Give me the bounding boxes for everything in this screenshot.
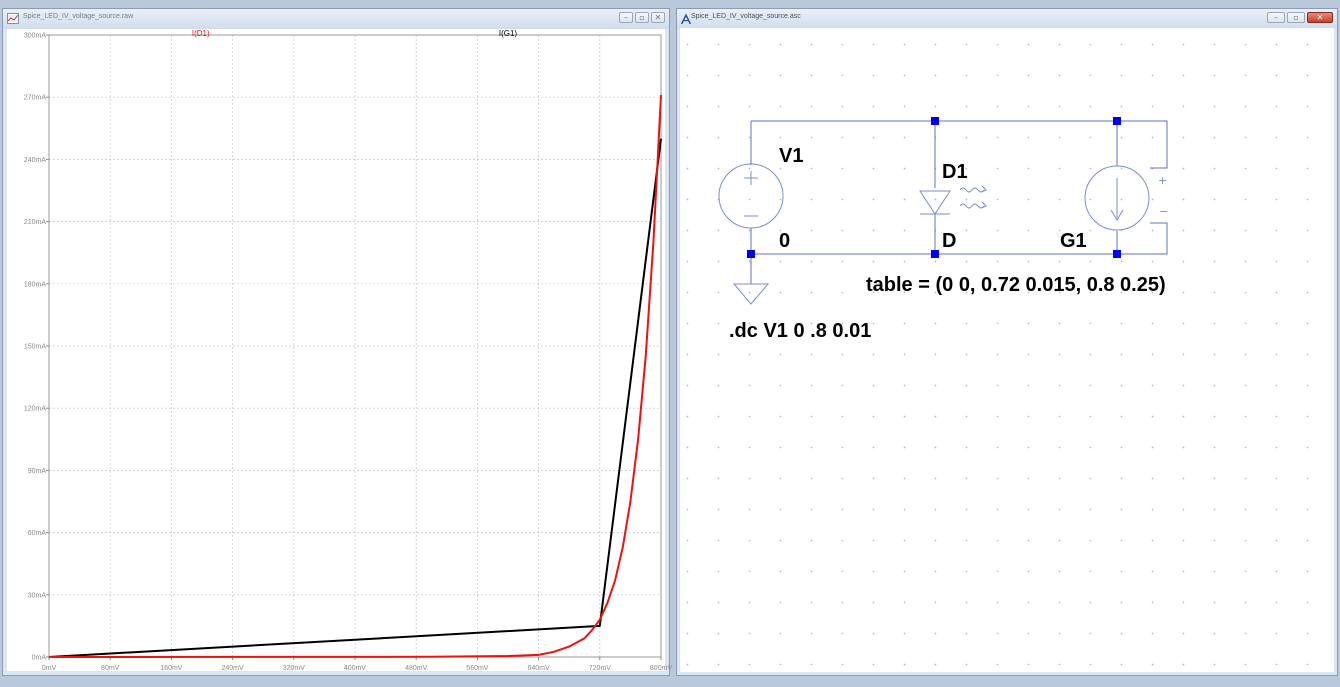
close-button[interactable]: ✕ xyxy=(651,12,665,23)
x-tick-label: 720mV xyxy=(589,665,612,672)
label-ground-node[interactable]: 0 xyxy=(779,230,790,252)
junction-dot[interactable] xyxy=(1113,117,1121,125)
maximize-button[interactable]: ▫ xyxy=(635,12,649,23)
y-tick-label: 60mA xyxy=(28,530,47,537)
schematic-titlebar[interactable]: Spice_LED_IV_voltage_source.asc – ▫ ✕ xyxy=(677,9,1337,29)
wires[interactable] xyxy=(750,120,1168,284)
x-tick-label: 400mV xyxy=(344,665,367,672)
current-source-g1[interactable] xyxy=(1084,165,1150,231)
plus-sign: + xyxy=(1158,174,1167,187)
x-tick-label: 240mV xyxy=(222,665,245,672)
voltage-source-v1[interactable] xyxy=(718,163,784,229)
x-tick-label: 0mV xyxy=(42,665,57,672)
plot-area[interactable]: 0mV 80mV 160mV 240mV 320mV 400mV 480mV 560mV 640… xyxy=(7,29,673,673)
waveform-titlebar[interactable]: Spice_LED_IV_voltage_source.raw – ▫ ✕ xyxy=(3,9,669,29)
x-tick-label: 560mV xyxy=(466,665,489,672)
minimize-button[interactable]: – xyxy=(619,12,633,23)
y-tick-label: 90mA xyxy=(28,468,47,475)
led-d1[interactable] xyxy=(919,185,987,215)
label-diode-model[interactable]: D xyxy=(942,230,956,252)
schematic-canvas[interactable]: + − V1 D1 D 0 G1 table = (0 0, 0.72 0.01… xyxy=(680,28,1334,672)
spice-directive[interactable]: .dc V1 0 .8 0.01 xyxy=(729,320,871,342)
waveform-window-title: Spice_LED_IV_voltage_source.raw xyxy=(23,13,134,20)
y-tick-label: 30mA xyxy=(28,592,47,599)
y-tick-label: 240mA xyxy=(24,157,47,164)
y-tick-label: 210mA xyxy=(24,219,47,226)
label-v1[interactable]: V1 xyxy=(779,145,803,167)
wire-g1-ctrl-minus[interactable] xyxy=(1117,222,1168,255)
x-tick-label: 160mV xyxy=(160,665,183,672)
junction-dot[interactable] xyxy=(931,250,939,258)
table-expression[interactable]: table = (0 0, 0.72 0.015, 0.8 0.25) xyxy=(866,274,1166,296)
y-tick-label: 270mA xyxy=(24,95,47,102)
junction-dot[interactable] xyxy=(931,117,939,125)
iv-plot[interactable]: 0mV 80mV 160mV 240mV 320mV 400mV 480mV 560mV 640… xyxy=(7,29,673,673)
y-tick-label: 300mA xyxy=(24,33,47,40)
y-tick-label: 180mA xyxy=(24,281,47,288)
y-tick-label: 120mA xyxy=(24,406,47,413)
schematic-window-title: Spice_LED_IV_voltage_source.asc xyxy=(691,13,801,20)
y-tick-label: 0mA xyxy=(32,655,47,662)
x-tick-label: 80mV xyxy=(101,665,120,672)
schematic-window: Spice_LED_IV_voltage_source.asc – ▫ ✕ + … xyxy=(676,8,1338,676)
y-tick-label: 150mA xyxy=(24,344,47,351)
label-d1[interactable]: D1 xyxy=(942,161,968,183)
maximize-button[interactable]: ▫ xyxy=(1287,12,1305,23)
junction-dot[interactable] xyxy=(1113,250,1121,258)
trace-label-ig1[interactable]: I(G1) xyxy=(499,29,518,38)
junction-dot[interactable] xyxy=(747,250,755,258)
trace-label-id1[interactable]: I(D1) xyxy=(192,29,210,38)
schematic-drawing[interactable]: + − V1 D1 D 0 G1 table = (0 0, 0.72 0.01… xyxy=(680,28,1336,674)
minus-sign: − xyxy=(1159,205,1168,218)
x-tick-label: 480mV xyxy=(405,665,428,672)
x-tick-label: 800mV xyxy=(650,665,673,672)
x-tick-label: 640mV xyxy=(528,665,551,672)
waveform-window: Spice_LED_IV_voltage_source.raw – ▫ ✕ 0m… xyxy=(2,8,673,676)
minimize-button[interactable]: – xyxy=(1267,12,1285,23)
ground-symbol xyxy=(732,283,770,305)
label-g1[interactable]: G1 xyxy=(1060,230,1087,252)
waveform-app-icon xyxy=(7,13,19,24)
close-button[interactable]: ✕ xyxy=(1307,12,1333,23)
x-tick-label: 320mV xyxy=(283,665,306,672)
wire-g1-ctrl-plus[interactable] xyxy=(1117,120,1168,169)
